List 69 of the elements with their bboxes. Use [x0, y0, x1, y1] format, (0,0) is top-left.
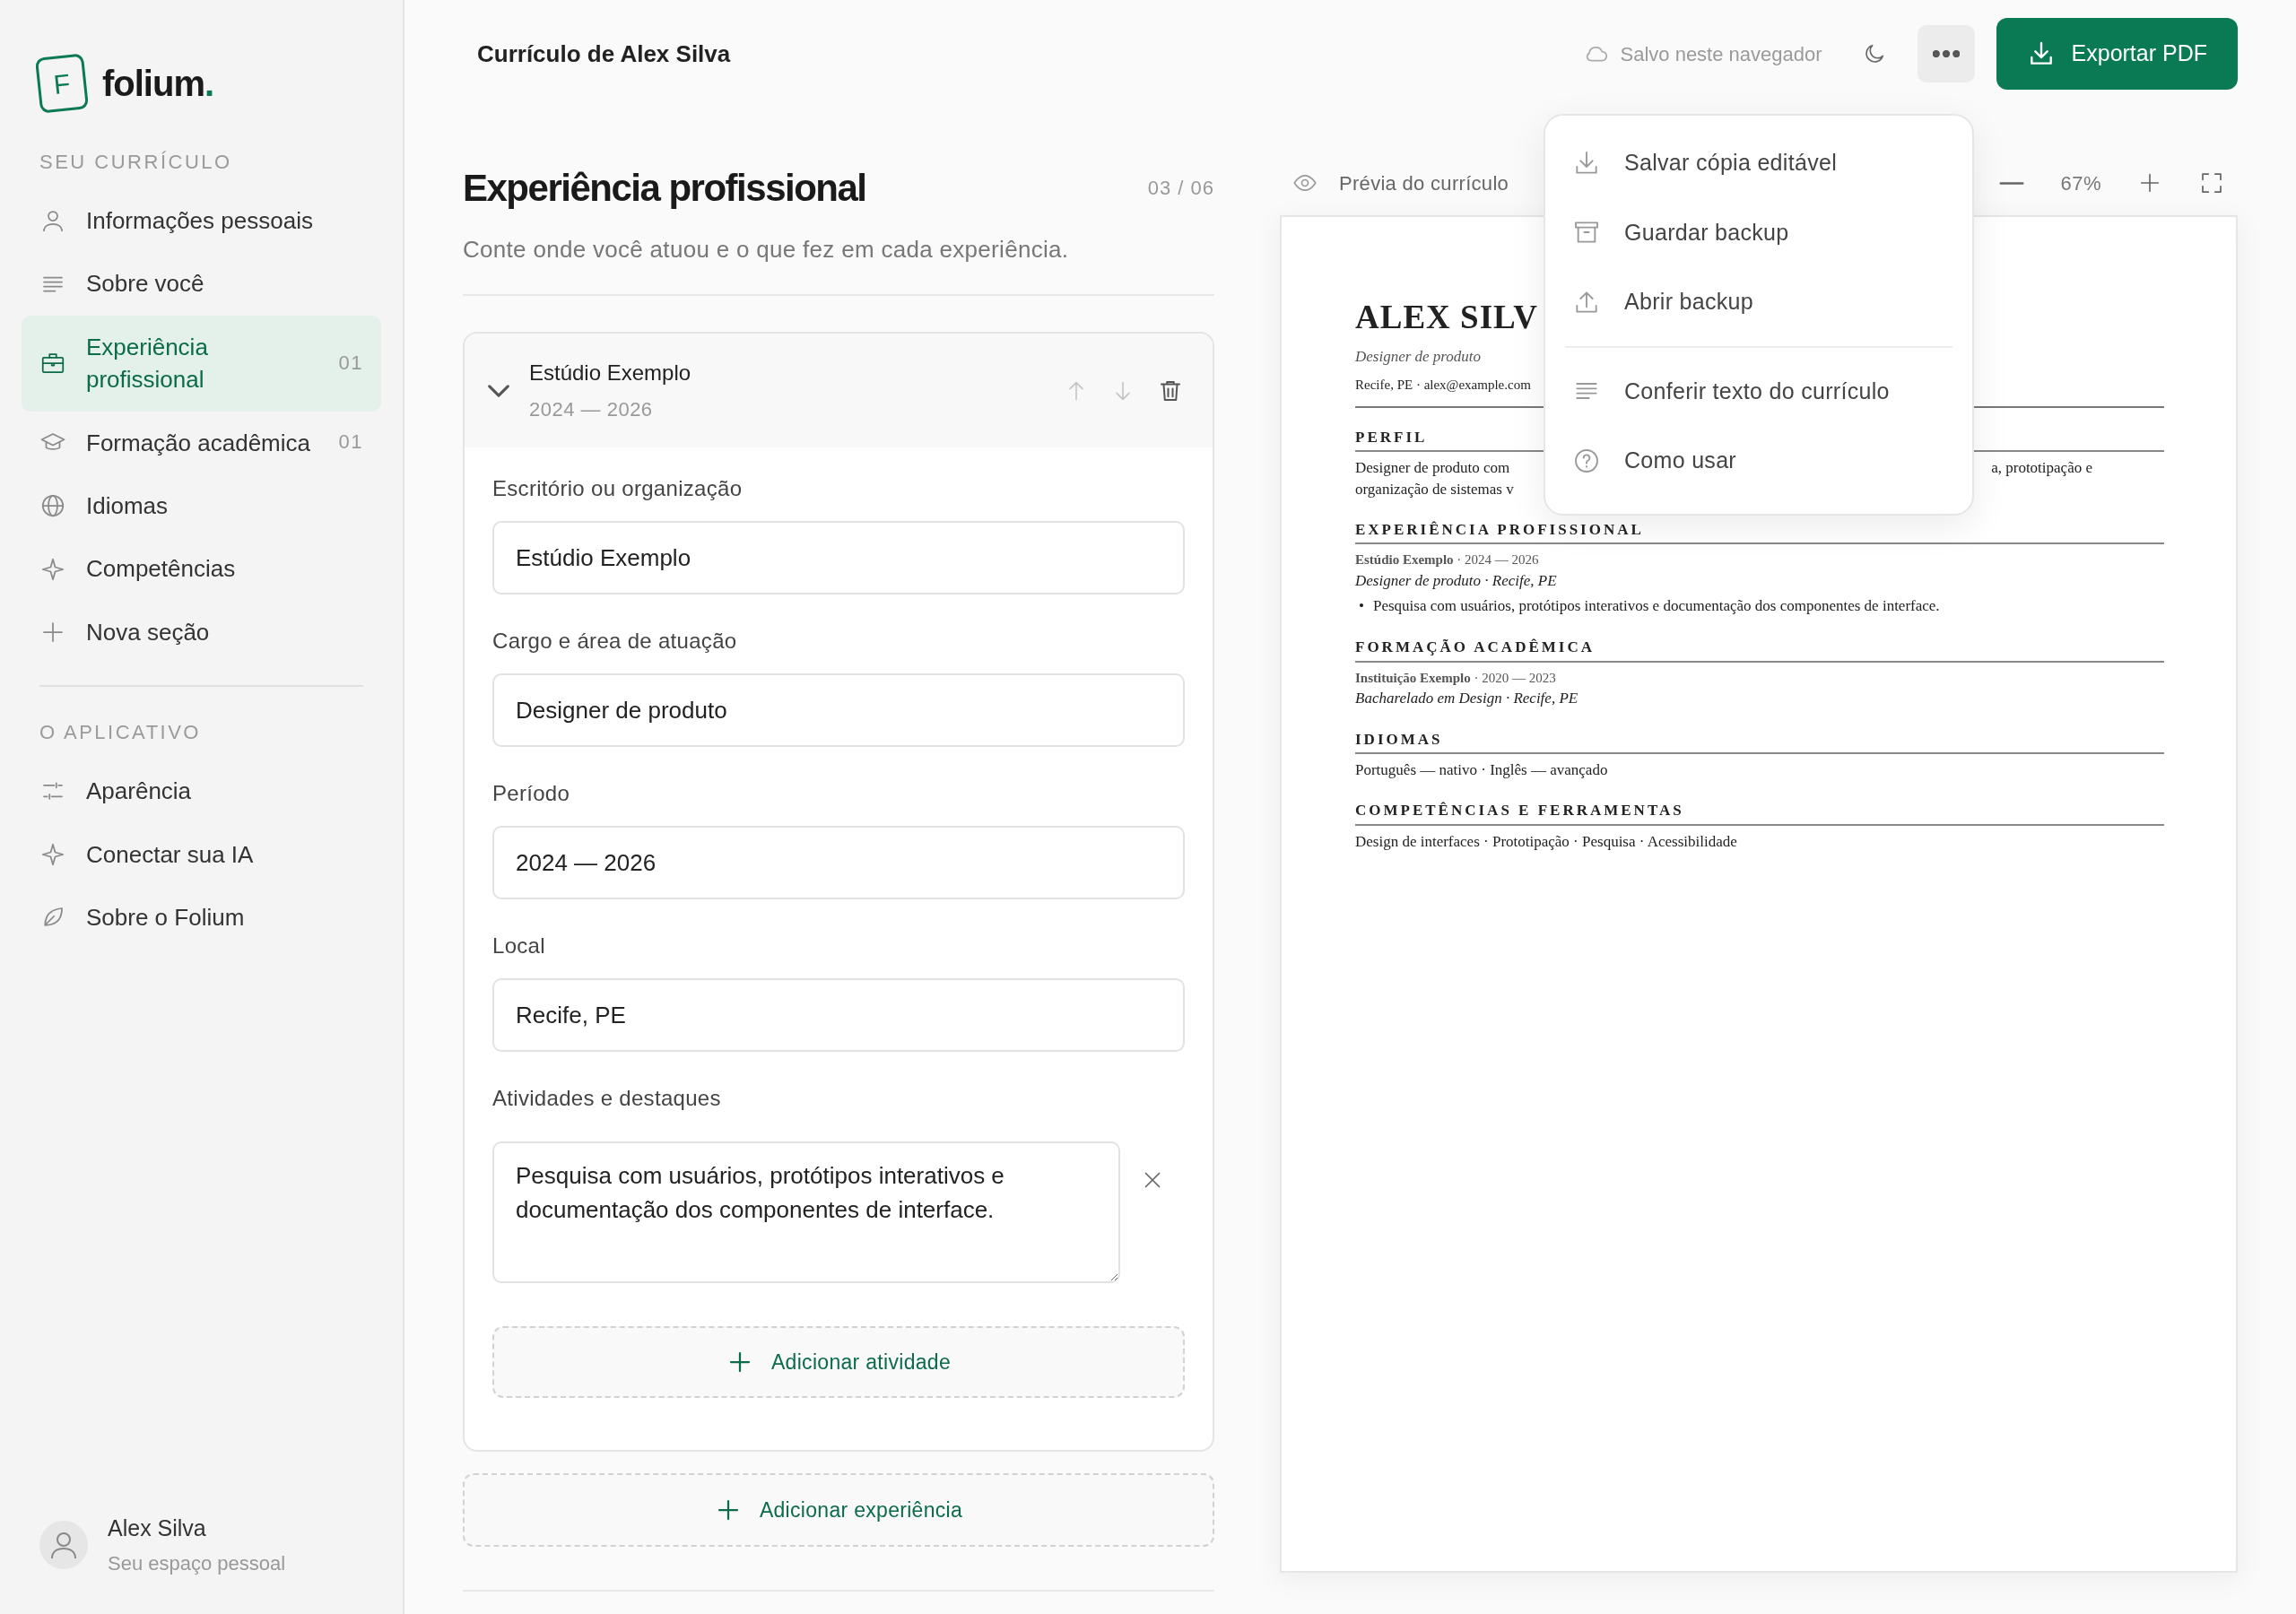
more-icon: [1932, 50, 1960, 57]
add-activity-button[interactable]: Adicionar atividade: [492, 1326, 1185, 1398]
section-title: Experiência profissional: [463, 166, 866, 211]
collapse-toggle[interactable]: [488, 384, 509, 397]
brand-name: folium.: [102, 63, 214, 105]
zoom-level: 67%: [2060, 170, 2101, 196]
resume-role: Designer de produto: [1355, 346, 1482, 367]
resume-name: ALEX SILV: [1355, 299, 1539, 336]
text-field[interactable]: Designer de produto: [492, 673, 1185, 747]
resume-text: Design de interfaces · Prototipação · Pesquisa · Acessibilidade: [1355, 831, 1737, 852]
resume-bullet: Pesquisa com usuários, protótipos interativos e documentação dos componentes de interface.: [1372, 596, 1940, 617]
field-label: Período: [492, 780, 571, 807]
sidebar-item[interactable]: Formação acadêmica 01: [22, 411, 381, 474]
sidebar-item[interactable]: Idiomas: [22, 473, 381, 538]
chevron-down-icon: [488, 384, 509, 397]
text-field[interactable]: 2024 — 2026: [492, 826, 1185, 899]
sidebar-item[interactable]: Sobre você: [22, 252, 381, 316]
section-heading: SEU CURRÍCULO: [39, 150, 233, 175]
resume-entry-detail: Bacharelado em Design · Recife, PE: [1355, 689, 1578, 709]
save-status: Salvo neste navegador: [1620, 41, 1822, 67]
sidebar-item[interactable]: Informações pessoais: [22, 189, 381, 253]
entry-title: Estúdio Exemplo: [529, 360, 692, 386]
section-description: Conte onde você atuou e o que fez em cada experiência.: [463, 235, 1070, 265]
minus-icon: [1999, 179, 2025, 187]
add-experience-button[interactable]: Adicionar experiência: [463, 1473, 1214, 1547]
document-title: Currículo de Alex Silva: [477, 39, 731, 69]
step-counter: 03 / 06: [1147, 176, 1214, 201]
sidebar-item[interactable]: Aparência: [22, 759, 381, 823]
section-heading: O APLICATIVO: [39, 720, 202, 746]
user-subtitle: Seu espaço pessoal: [108, 1551, 286, 1576]
field-label: Atividades e destaques: [492, 1085, 722, 1112]
field-label: Local: [492, 933, 546, 959]
resume-section-heading: FORMAÇÃO ACADÊMICA: [1355, 636, 2164, 663]
resume-contact: Recife, PE · alex@example.com: [1355, 377, 1531, 393]
logo-icon: F: [34, 53, 90, 114]
resume-entry-heading: Estúdio Exemplo · 2024 — 2026: [1355, 551, 1539, 569]
field-label: Cargo e área de atuação: [492, 628, 738, 655]
export-button[interactable]: Exportar PDF: [1996, 18, 2238, 90]
bullet-icon: •: [1359, 595, 1364, 619]
resume-text: organização de sistemas v: [1355, 480, 1514, 499]
entry-period: 2024 — 2026: [529, 397, 654, 422]
resume-text: Designer de produto com: [1355, 458, 1510, 479]
sidebar-item[interactable]: Sobre o Folium: [22, 885, 381, 950]
resume-text: Português — nativo · Inglês — avançado: [1355, 760, 1608, 781]
sidebar-item[interactable]: Conectar sua IA: [22, 822, 381, 886]
resume-section-heading: COMPETÊNCIAS E FERRAMENTAS: [1355, 799, 2164, 826]
menu-item[interactable]: Salvar cópia editável: [1565, 128, 1952, 198]
sidebar-item[interactable]: Experiência profissional 01: [22, 315, 381, 412]
resume-section-heading: EXPERIÊNCIA PROFISSIONAL: [1355, 517, 2164, 545]
zoom-out-button[interactable]: [1999, 179, 2025, 187]
item-count: 01: [338, 430, 363, 456]
resume-section-heading: IDIOMAS: [1355, 727, 2164, 755]
avatar-icon: [39, 1520, 88, 1569]
user-name: Alex Silva: [108, 1514, 207, 1542]
sidebar-item[interactable]: Competências: [22, 537, 381, 601]
menu-item[interactable]: Abrir backup: [1565, 267, 1952, 337]
field-label: Escritório ou organização: [492, 475, 744, 502]
menu-item[interactable]: Conferir texto do currículo: [1565, 356, 1952, 426]
activity-field[interactable]: Pesquisa com usuários, protótipos interativos e documentação dos componentes de interface.: [492, 1141, 1120, 1283]
preview-label: Prévia do currículo: [1339, 170, 1509, 196]
item-count: 01: [338, 350, 363, 376]
more-button[interactable]: [1917, 25, 1975, 82]
text-field[interactable]: Estúdio Exemplo: [492, 521, 1185, 594]
menu-item[interactable]: Guardar backup: [1565, 197, 1952, 267]
sidebar-item[interactable]: Nova seção: [22, 600, 381, 664]
text-field[interactable]: Recife, PE: [492, 978, 1185, 1052]
resume-entry-heading: Instituição Exemplo · 2020 — 2023: [1355, 669, 1556, 687]
resume-entry-detail: Designer de produto · Recife, PE: [1355, 570, 1557, 591]
resume-text: a, prototipação e: [1991, 458, 2092, 479]
